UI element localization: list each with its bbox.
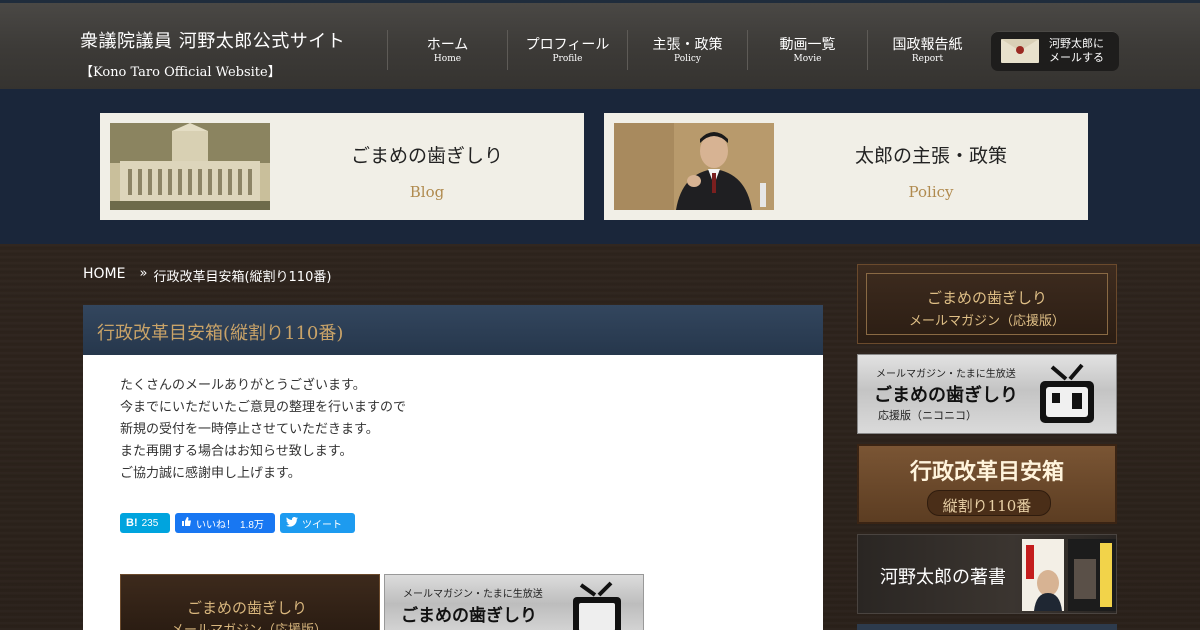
banner-line: 河野太郎の著書 bbox=[880, 567, 1006, 588]
nav-item-home[interactable]: ホーム Home bbox=[387, 30, 507, 70]
nav-item-profile[interactable]: プロフィール Profile bbox=[507, 30, 627, 70]
banner-line: ごまめの歯ぎしり bbox=[926, 289, 1047, 307]
banner-title: 太郎の主張・政策 bbox=[854, 145, 1007, 167]
book-cover-image bbox=[1068, 539, 1116, 611]
diet-building-image bbox=[110, 123, 270, 210]
breadcrumb-current: 行政改革目安箱(縦割り110番) bbox=[153, 270, 332, 285]
facebook-like-label: いいね！ bbox=[196, 519, 236, 531]
policy-banner[interactable]: 太郎の主張・政策 Policy bbox=[604, 113, 1088, 220]
banner-line: 応援版（ニコニコ） bbox=[878, 409, 977, 422]
breadcrumb-separator: » bbox=[139, 266, 148, 281]
site-header: 衆議院議員 河野太郎公式サイト 【Kono Taro Official Webs… bbox=[0, 0, 1200, 89]
thumbs-up-icon bbox=[181, 516, 192, 530]
article-bottom-banners: ごまめの歯ぎしり メールマガジン（応援版） メールマガジン・たまに生放送 ごまめ… bbox=[120, 574, 644, 630]
hatena-bookmark-button[interactable]: B! 235 bbox=[120, 513, 170, 533]
nav-label: 主張・政策 bbox=[652, 36, 723, 53]
nav-sublabel: Policy bbox=[674, 53, 701, 64]
article-text: たくさんのメールありがとうございます。 今までにいただいたご意見の整理を行います… bbox=[120, 375, 406, 485]
banner-line: ごまめの歯ぎしり bbox=[187, 599, 308, 617]
nav-label: プロフィール bbox=[525, 36, 610, 53]
article-header: 行政改革目安箱(縦割り110番) bbox=[83, 305, 823, 355]
feature-banners: ごまめの歯ぎしり Blog 太郎の主張・政策 Policy bbox=[0, 89, 1200, 244]
banner-subtitle: Policy bbox=[908, 183, 954, 201]
banner-subtitle: Blog bbox=[409, 183, 445, 201]
banner-line: 行政改革目安箱 bbox=[909, 459, 1064, 485]
mail-button[interactable]: 河野太郎に メールする bbox=[991, 31, 1119, 71]
envelope-icon bbox=[1001, 39, 1039, 63]
banner-line: メールマガジン（応援版） bbox=[908, 314, 1065, 329]
banner-line: 縦割り110番 bbox=[942, 497, 1032, 515]
site-subtitle: 【Kono Taro Official Website】 bbox=[80, 65, 281, 80]
main-nav: ホーム Home プロフィール Profile 主張・政策 Policy 動画一… bbox=[387, 30, 987, 70]
breadcrumb-home-link[interactable]: HOME bbox=[83, 266, 125, 285]
facebook-like-button[interactable]: いいね！ 1.8万 bbox=[175, 513, 275, 533]
nav-item-report[interactable]: 国政報告紙 Report bbox=[867, 30, 987, 70]
nav-sublabel: Home bbox=[433, 53, 462, 64]
article-line: ご協力誠に感謝申し上げます。 bbox=[120, 466, 301, 481]
banner-line: メールマガジン・たまに生放送 bbox=[403, 589, 543, 600]
page-title: 行政改革目安箱(縦割り110番) bbox=[97, 323, 344, 344]
nav-sublabel: Profile bbox=[552, 53, 583, 64]
article-line: 今までにいただいたご意見の整理を行いますので bbox=[120, 400, 407, 415]
facebook-like-count: 1.8万 bbox=[240, 519, 264, 531]
sidebar-mailmag-banner[interactable]: ごまめの歯ぎしり メールマガジン（応援版） bbox=[857, 264, 1117, 344]
nico-mailmag-banner[interactable]: メールマガジン・たまに生放送 ごまめの歯ぎしり bbox=[384, 574, 644, 630]
mail-button-label: 河野太郎に メールする bbox=[1049, 37, 1104, 64]
nav-sublabel: Report bbox=[911, 53, 944, 64]
banner-line: メールマガジン（応援版） bbox=[171, 619, 327, 630]
tweet-button[interactable]: ツイート bbox=[280, 513, 355, 533]
sidebar-next-banner[interactable] bbox=[857, 624, 1117, 630]
blog-banner[interactable]: ごまめの歯ぎしり Blog bbox=[100, 113, 584, 220]
sidebar-books-banner[interactable]: 河野太郎の著書 bbox=[857, 534, 1117, 614]
nav-label: 動画一覧 bbox=[779, 36, 836, 53]
nav-sublabel: Movie bbox=[793, 53, 822, 64]
twitter-bird-icon bbox=[286, 516, 298, 530]
article-line: たくさんのメールありがとうございます。 bbox=[120, 378, 366, 393]
article-body: たくさんのメールありがとうございます。 今までにいただいたご意見の整理を行います… bbox=[83, 355, 823, 630]
share-buttons: B! 235 いいね！ 1.8万 ツイート bbox=[120, 513, 355, 533]
niconico-tv-icon bbox=[1040, 363, 1094, 423]
banner-line: メールマガジン・たまに生放送 bbox=[876, 369, 1016, 380]
sidebar-nico-banner[interactable]: メールマガジン・たまに生放送 ごまめの歯ぎしり 応援版（ニコニコ） bbox=[857, 354, 1117, 434]
nav-item-movie[interactable]: 動画一覧 Movie bbox=[747, 30, 867, 70]
speaker-photo bbox=[614, 123, 774, 210]
article-line: 新規の受付を一時停止させていただきます。 bbox=[120, 422, 379, 437]
hatena-icon: B! bbox=[126, 517, 138, 529]
banner-line: ごまめの歯ぎしり bbox=[874, 385, 1018, 406]
article-line: また再開する場合はお知らせ致します。 bbox=[120, 444, 353, 459]
nav-label: ホーム bbox=[426, 36, 469, 53]
breadcrumb: HOME » 行政改革目安箱(縦割り110番) bbox=[83, 266, 331, 285]
niconico-tv-icon bbox=[573, 581, 621, 630]
nav-item-policy[interactable]: 主張・政策 Policy bbox=[627, 30, 747, 70]
mailmag-banner[interactable]: ごまめの歯ぎしり メールマガジン（応援版） bbox=[120, 574, 380, 630]
book-cover-image bbox=[1022, 539, 1064, 611]
banner-line: ごまめの歯ぎしり bbox=[401, 606, 537, 626]
nav-label: 国政報告紙 bbox=[892, 36, 963, 53]
hatena-count: 235 bbox=[141, 517, 159, 529]
site-title[interactable]: 衆議院議員 河野太郎公式サイト bbox=[80, 27, 345, 53]
banner-title: ごまめの歯ぎしり bbox=[350, 145, 503, 167]
tweet-label: ツイート bbox=[302, 519, 342, 531]
sidebar-reform-box-banner[interactable]: 行政改革目安箱 縦割り110番 bbox=[857, 444, 1117, 524]
